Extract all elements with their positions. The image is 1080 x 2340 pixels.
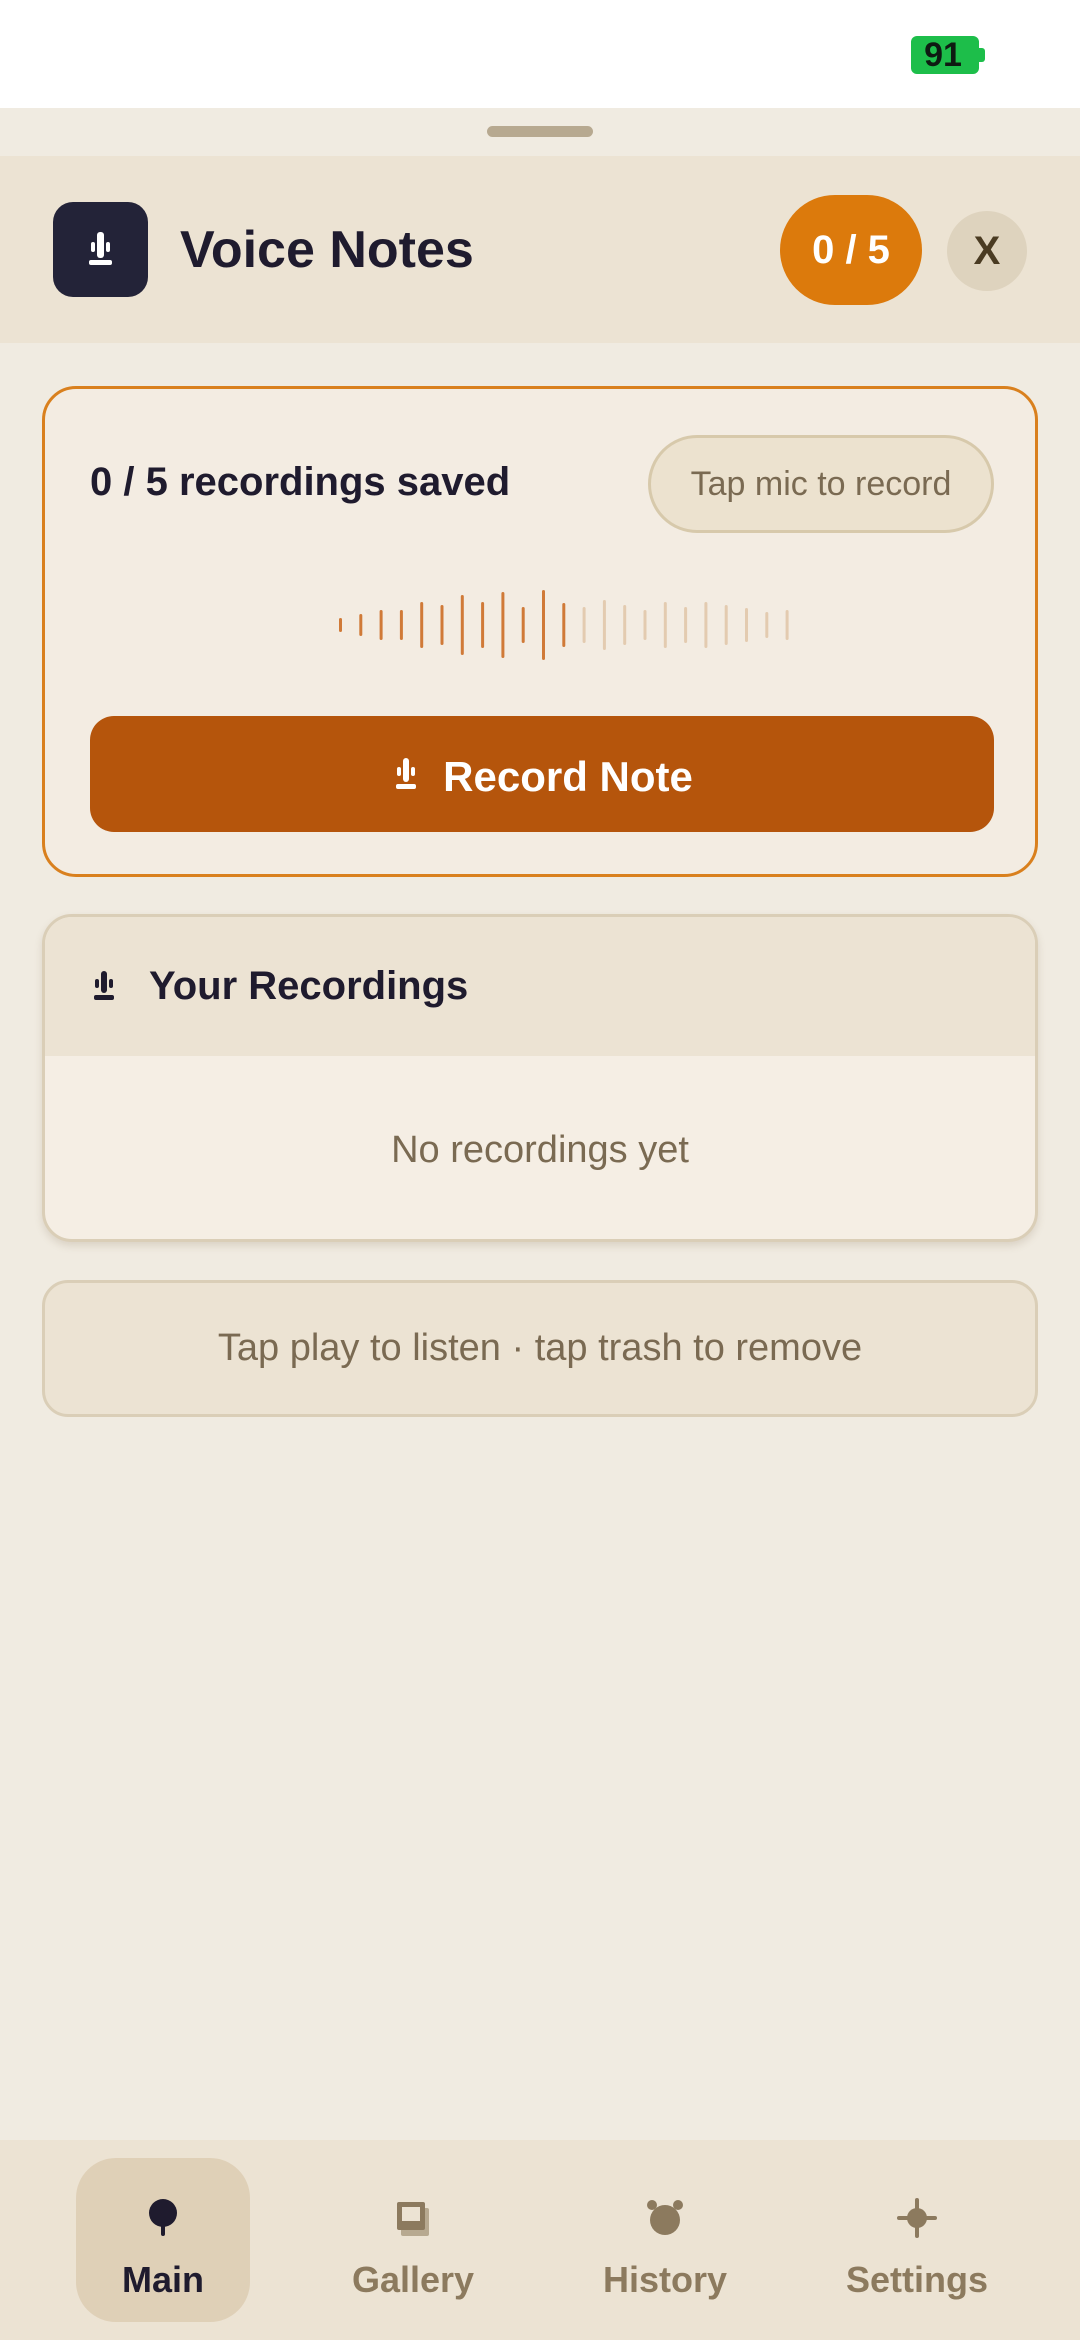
tip-banner: Tap play to listen · tap trash to remove — [42, 1280, 1038, 1417]
close-button[interactable]: X — [947, 211, 1027, 291]
app-title: Voice Notes — [180, 221, 474, 279]
saved-count-label: 0 / 5 recordings saved — [90, 460, 511, 504]
mic-icon — [89, 232, 112, 265]
waveform-bar — [379, 610, 383, 640]
recordings-card: Your Recordings No recordings yet — [42, 914, 1038, 1242]
waveform-bar — [745, 608, 748, 642]
gear-icon — [897, 2198, 937, 2238]
nav-item-main[interactable]: Main — [76, 2158, 250, 2322]
waveform-bar — [339, 618, 342, 632]
status-bar: 91 — [0, 0, 1080, 108]
bottom-nav: Main Gallery History Settings — [0, 2140, 1080, 2340]
nav-label-main: Main — [121, 2259, 204, 2300]
waveform-bar — [399, 610, 403, 640]
waveform-bar — [602, 600, 606, 650]
waveform-bar — [562, 603, 566, 647]
mic-icon — [94, 971, 114, 1000]
waveform-bar — [521, 607, 525, 643]
nav-label-settings: Settings — [845, 2259, 988, 2300]
waveform-bar — [724, 605, 728, 645]
recordings-title: Your Recordings — [149, 964, 469, 1008]
drag-handle[interactable] — [487, 126, 593, 137]
nav-item-history[interactable]: History — [578, 2158, 752, 2322]
nav-item-gallery[interactable]: Gallery — [326, 2158, 500, 2322]
hint-pill: Tap mic to record — [648, 435, 994, 533]
waveform-bar — [582, 607, 586, 643]
count-badge: 0 / 5 — [780, 195, 922, 305]
waveform-bar — [765, 612, 769, 638]
pin-icon — [149, 2199, 177, 2236]
battery-indicator: 91 — [911, 36, 985, 74]
app-icon — [53, 202, 148, 297]
nav-item-settings[interactable]: Settings — [830, 2158, 1004, 2322]
waveform — [339, 590, 789, 660]
waveform-bar — [643, 610, 647, 640]
header: Voice Notes 0 / 5 X — [0, 156, 1080, 343]
waveform-bar — [542, 590, 545, 660]
waveform-bar — [623, 605, 627, 645]
nav-label-gallery: Gallery — [351, 2259, 475, 2300]
mic-icon — [396, 757, 417, 789]
waveform-bar — [481, 602, 485, 648]
waveform-bar — [785, 610, 789, 640]
waveform-bar — [359, 614, 363, 636]
gallery-icon — [397, 2202, 429, 2236]
waveform-bar — [440, 605, 444, 645]
record-card: 0 / 5 recordings saved Tap mic to record… — [42, 386, 1038, 877]
waveform-bar — [460, 595, 464, 655]
waveform-bar — [420, 602, 424, 648]
empty-state-text: No recordings yet — [391, 1129, 689, 1171]
recordings-header: Your Recordings — [45, 917, 1035, 1056]
record-note-label: Record Note — [443, 752, 693, 800]
waveform-bar — [684, 607, 688, 643]
waveform-bar — [501, 592, 505, 658]
waveform-bar — [663, 602, 667, 648]
nav-label-history: History — [602, 2259, 728, 2300]
waveform-bar — [704, 602, 708, 648]
clock-icon — [647, 2200, 683, 2235]
record-note-button[interactable]: Record Note — [90, 716, 994, 832]
